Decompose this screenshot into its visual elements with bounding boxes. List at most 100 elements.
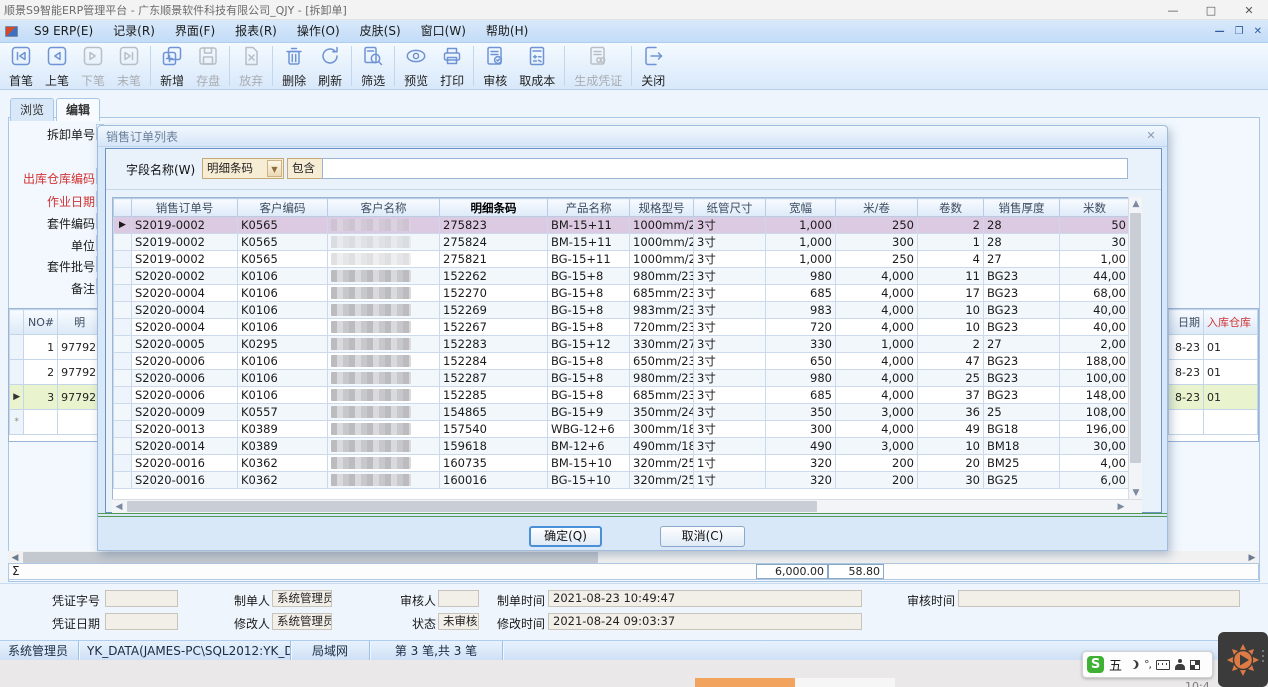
toolbar-button-label: 首笔	[9, 72, 33, 89]
grid-col-0[interactable]	[114, 199, 132, 217]
right-grid-col-warehouse[interactable]: 入库仓库	[1203, 310, 1257, 335]
sales-order-row[interactable]: S2020-0016K0362160016BG-15+10320mm/25um.…	[114, 472, 1130, 489]
grid-col-6[interactable]: 规格型号	[630, 199, 694, 217]
screen-recorder-icon[interactable]	[1218, 632, 1268, 687]
person-icon[interactable]	[1175, 659, 1185, 670]
grid-col-11[interactable]: 销售厚度	[984, 199, 1060, 217]
left-grid-new-row[interactable]: *	[10, 410, 102, 435]
left-grid-row[interactable]: ▶397792	[10, 385, 102, 410]
punctuation-icon[interactable]: °,	[1144, 658, 1151, 671]
ok-button[interactable]: 确定(Q)	[529, 526, 602, 547]
footer-label-1-3: 修改时间	[497, 615, 545, 632]
moon-icon[interactable]	[1127, 660, 1136, 669]
taskbar-item-active[interactable]	[695, 678, 795, 687]
left-grid-col-detail[interactable]: 明	[58, 310, 102, 335]
scroll-down-icon[interactable]: ▼	[1129, 486, 1143, 500]
toolbar-button-discard[interactable]: 放弃	[234, 43, 268, 90]
toolbar-button-close[interactable]: 关闭	[636, 43, 670, 90]
toolbar-button-preview[interactable]: 预览	[399, 43, 433, 90]
ime-toolbar[interactable]: S 五 °,	[1082, 651, 1213, 678]
keyboard-icon[interactable]	[1156, 660, 1170, 670]
toolbar-button-filter[interactable]: 筛选	[356, 43, 390, 90]
mdi-close-icon[interactable]: ✕	[1254, 26, 1262, 37]
minimize-icon[interactable]: —	[1154, 0, 1192, 20]
menu-item-6[interactable]: 窗口(W)	[411, 20, 476, 43]
mdi-minimize-icon[interactable]: —	[1215, 26, 1225, 37]
sales-order-row[interactable]: S2020-0004K0106152270BG-15+8685mm/23um..…	[114, 285, 1130, 302]
right-grid-row[interactable]: 8-2301	[1169, 385, 1258, 410]
sales-order-row[interactable]: S2020-0009K0557154865BG-15+9350mm/24um..…	[114, 404, 1130, 421]
cancel-button[interactable]: 取消(C)	[660, 526, 745, 547]
menu-item-4[interactable]: 操作(O)	[287, 20, 350, 43]
grid-col-8[interactable]: 宽幅	[766, 199, 836, 217]
grid-col-1[interactable]: 销售订单号	[132, 199, 238, 217]
grid-col-3[interactable]: 客户名称	[328, 199, 440, 217]
grid-col-2[interactable]: 客户编码	[238, 199, 328, 217]
taskbar-item[interactable]	[795, 678, 895, 687]
toolbar-button-print[interactable]: 打印	[435, 43, 469, 90]
sales-order-row[interactable]: S2020-0006K0106152284BG-15+8650mm/23um..…	[114, 353, 1130, 370]
sogou-logo-icon[interactable]: S	[1087, 656, 1104, 673]
footer-label-0-2: 审核人	[396, 592, 436, 609]
grid-col-10[interactable]: 卷数	[918, 199, 984, 217]
toolbar-button-voucher[interactable]: 生成凭证	[569, 43, 627, 90]
toolbar-button-refresh[interactable]: 刷新	[313, 43, 347, 90]
menu-item-5[interactable]: 皮肤(S)	[350, 20, 411, 43]
chevron-down-icon[interactable]: ▼	[267, 160, 282, 177]
bottom-strip: S 五 °, 10:4	[0, 660, 1268, 687]
toolbar-button-nav-first[interactable]: 首笔	[4, 43, 38, 90]
menu-item-1[interactable]: 记录(R)	[103, 20, 165, 43]
sales-order-row[interactable]: S2020-0004K0106152267BG-15+8720mm/23um..…	[114, 319, 1130, 336]
left-grid-row[interactable]: 297792	[10, 360, 102, 385]
toolbar-button-nav-last[interactable]: 末笔	[112, 43, 146, 90]
menu-item-3[interactable]: 报表(R)	[225, 20, 287, 43]
grid-col-4[interactable]: 明细条码	[440, 199, 548, 217]
ime-mode-label[interactable]: 五	[1109, 655, 1122, 674]
left-grid-col-no[interactable]: NO#	[24, 310, 58, 335]
close-icon[interactable]: ✕	[1230, 0, 1268, 20]
sales-order-row[interactable]: S2020-0006K0106152285BG-15+8685mm/23um..…	[114, 387, 1130, 404]
tab-1[interactable]: 编辑	[56, 98, 100, 121]
left-grid-row[interactable]: 197792	[10, 335, 102, 360]
toolbar-button-nav-next[interactable]: 下笔	[76, 43, 110, 90]
toolbar-button-cost[interactable]: 取成本	[514, 43, 560, 90]
sales-order-row[interactable]: S2020-0006K0106152287BG-15+8980mm/23um..…	[114, 370, 1130, 387]
grid-col-5[interactable]: 产品名称	[548, 199, 630, 217]
grid-col-9[interactable]: 米/卷	[836, 199, 918, 217]
sales-order-row[interactable]: S2019-0002K0565275824BM-15+111000mm/26u.…	[114, 234, 1130, 251]
scroll-left-icon[interactable]: ◀	[112, 500, 126, 514]
filter-field-select[interactable]: 明细条码▼	[202, 158, 284, 179]
maximize-icon[interactable]: □	[1192, 0, 1230, 20]
sales-order-row[interactable]: S2020-0002K0106152262BG-15+8980mm/23um..…	[114, 268, 1130, 285]
mdi-restore-icon[interactable]: ❐	[1235, 26, 1244, 37]
right-grid-row[interactable]: 8-2301	[1169, 360, 1258, 385]
sales-order-row[interactable]: S2019-0002K0565275821BG-15+111000mm/26u.…	[114, 251, 1130, 268]
dialog-close-icon[interactable]: ✕	[1143, 129, 1159, 144]
tab-0[interactable]: 浏览	[10, 98, 54, 121]
toolbar-button-delete[interactable]: 删除	[277, 43, 311, 90]
sales-order-row[interactable]: S2020-0004K0106152269BG-15+8983mm/23um..…	[114, 302, 1130, 319]
menu-item-2[interactable]: 界面(F)	[165, 20, 225, 43]
filter-value-input[interactable]	[322, 158, 1128, 179]
grid-horizontal-scrollbar[interactable]: ◀ ▶	[112, 499, 1142, 513]
grid-col-12[interactable]: 米数	[1060, 199, 1130, 217]
toolbar-button-new[interactable]: 新增	[155, 43, 189, 90]
scroll-right-icon[interactable]: ▶	[1114, 500, 1128, 514]
sales-order-row[interactable]: S2020-0016K0362160735BM-15+10320mm/25um.…	[114, 455, 1130, 472]
scroll-up-icon[interactable]: ▲	[1129, 197, 1143, 211]
toolbox-grid-icon[interactable]	[1190, 660, 1200, 670]
sales-order-row[interactable]: S2020-0013K0389157540WBG-12+6300mm/18um.…	[114, 421, 1130, 438]
sales-order-row[interactable]: S2020-0005K0295152283BG-15+12330mm/27um.…	[114, 336, 1130, 353]
toolbar-button-save[interactable]: 存盘	[191, 43, 225, 90]
grid-vertical-scrollbar[interactable]: ▲ ▼	[1128, 197, 1142, 500]
sales-order-row[interactable]: ▶S2019-0002K0565275823BM-15+111000mm/26u…	[114, 217, 1130, 234]
menu-item-0[interactable]: S9 ERP(E)	[24, 20, 103, 43]
right-grid-row[interactable]: 8-2301	[1169, 335, 1258, 360]
filter-row: 字段名称(W) 明细条码▼ 包含▼	[106, 149, 1161, 190]
grid-col-7[interactable]: 纸管尺寸	[694, 199, 766, 217]
sales-order-row[interactable]: S2020-0014K0389159618BM-12+6490mm/18um..…	[114, 438, 1130, 455]
toolbar-button-audit[interactable]: 审核	[478, 43, 512, 90]
menu-item-7[interactable]: 帮助(H)	[476, 20, 538, 43]
right-grid-col-date[interactable]: 日期	[1169, 310, 1204, 335]
toolbar-button-nav-prev[interactable]: 上笔	[40, 43, 74, 90]
